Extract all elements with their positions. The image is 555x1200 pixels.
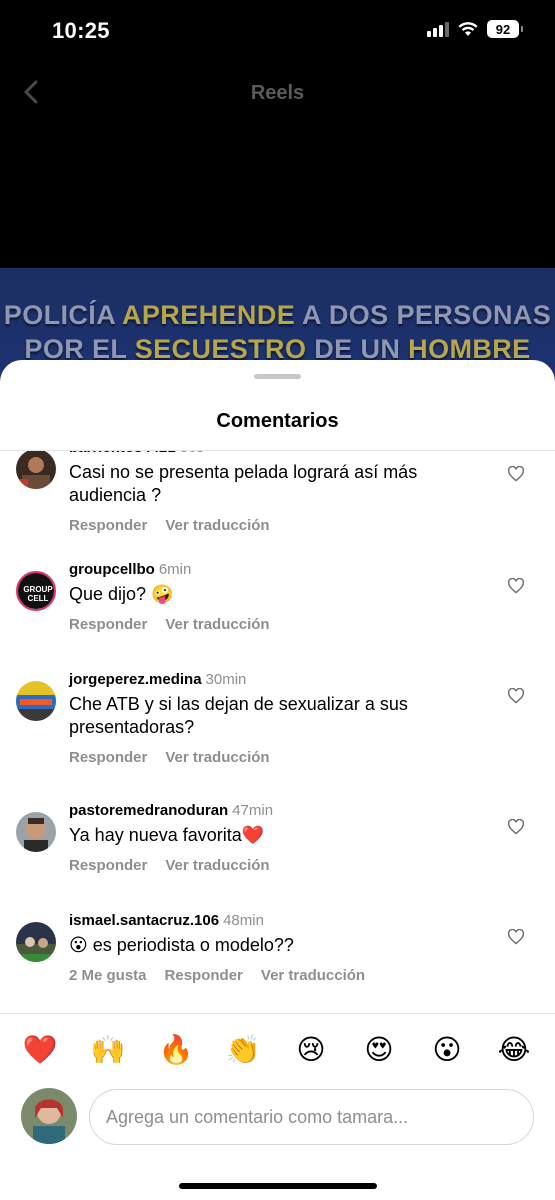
comment-time: 6min bbox=[158, 561, 192, 578]
comment-list[interactable]: barrientos4421 36s Casi no se presenta pe… bbox=[0, 451, 555, 1013]
comment-text: Che ATB y si las dejan de sexualizar a s… bbox=[69, 694, 408, 737]
reply-button[interactable]: Responder bbox=[69, 749, 147, 766]
comment-username[interactable]: jorgeperez.medina bbox=[69, 671, 202, 688]
svg-text:GROUP: GROUP bbox=[23, 585, 53, 594]
comment-body: barrientos4421 36s Casi no se presenta pe… bbox=[69, 451, 469, 534]
comment-body: groupcellbo 6min Que dijo? 🤪 Responder Ver… bbox=[69, 561, 469, 633]
caption-word: POLICÍA bbox=[3, 300, 122, 330]
comment-text: Ya hay nueva favorita❤️ bbox=[69, 825, 265, 845]
avatar[interactable] bbox=[16, 451, 56, 489]
comment-actions: Responder Ver traducción bbox=[69, 616, 469, 633]
caption-word: A DOS PERSONAS bbox=[295, 300, 552, 330]
sheet-title: Comentarios bbox=[216, 410, 339, 432]
like-heart-icon[interactable] bbox=[507, 578, 525, 594]
avatar[interactable] bbox=[16, 922, 56, 962]
emoji-heart-button[interactable]: ❤️ bbox=[20, 1030, 60, 1070]
translate-button[interactable]: Ver traducción bbox=[165, 616, 269, 633]
comment-time: 30min bbox=[205, 671, 247, 688]
avatar[interactable] bbox=[16, 681, 56, 721]
current-user-avatar bbox=[21, 1088, 77, 1144]
comment-username[interactable]: barrientos4421 bbox=[69, 451, 176, 456]
emoji-laughing-button[interactable]: 😂 bbox=[494, 1030, 534, 1070]
like-heart-icon[interactable] bbox=[507, 466, 525, 482]
comment-meta: jorgeperez.medina 30min bbox=[69, 671, 469, 688]
comment-body: jorgeperez.medina 30min Che ATB y si las … bbox=[69, 671, 469, 766]
comment-actions: 2 Me gusta Responder Ver traducción bbox=[69, 967, 469, 984]
caption-word-highlight: APREHENDE bbox=[122, 300, 296, 330]
comment-time: 48min bbox=[223, 912, 264, 929]
comment-meta: ismael.santacruz.106 48min bbox=[69, 912, 469, 929]
battery-icon: 92 bbox=[487, 20, 523, 38]
translate-button[interactable]: Ver traducción bbox=[165, 857, 269, 874]
video-caption-line-1: POLICÍA APREHENDE A DOS PERSONAS bbox=[0, 300, 555, 331]
comment-username[interactable]: ismael.santacruz.106 bbox=[69, 912, 219, 929]
comment-body: ismael.santacruz.106 48min 😮 es periodist… bbox=[69, 912, 469, 984]
emoji-clapping-button[interactable]: 👏 bbox=[223, 1030, 263, 1070]
comment-meta: barrientos4421 36s bbox=[69, 451, 469, 456]
like-heart-icon[interactable] bbox=[507, 929, 525, 945]
likes-count-button[interactable]: 2 Me gusta bbox=[69, 967, 147, 984]
reply-button[interactable]: Responder bbox=[69, 517, 147, 534]
avatar[interactable]: GROUP CELL bbox=[16, 571, 56, 611]
comment-text: 😮 es periodista o modelo?? bbox=[69, 935, 294, 955]
status-icons: 92 bbox=[427, 20, 523, 38]
emoji-raised-hands-button[interactable]: 🙌 bbox=[88, 1030, 128, 1070]
like-heart-icon[interactable] bbox=[507, 688, 525, 704]
reply-button[interactable]: Responder bbox=[69, 616, 147, 633]
reels-header: Reels bbox=[0, 62, 555, 124]
home-indicator bbox=[179, 1183, 377, 1189]
comment-input[interactable] bbox=[89, 1089, 534, 1145]
wifi-icon bbox=[458, 22, 478, 36]
emoji-crying-button[interactable]: 😢 bbox=[291, 1030, 331, 1070]
translate-button[interactable]: Ver traducción bbox=[165, 517, 269, 534]
translate-button[interactable]: Ver traducción bbox=[261, 967, 365, 984]
comment-username[interactable]: pastoremedranoduran bbox=[69, 802, 228, 819]
reply-button[interactable]: Responder bbox=[69, 857, 147, 874]
comments-sheet: Comentarios barrientos4421 36s Casi no se… bbox=[0, 360, 555, 1200]
cellular-signal-icon bbox=[427, 21, 449, 37]
emoji-heart-eyes-button[interactable]: 😍 bbox=[359, 1030, 399, 1070]
comment-body: pastoremedranoduran 47min Ya hay nueva fa… bbox=[69, 802, 469, 874]
page-title: Reels bbox=[250, 82, 305, 104]
comment-meta: pastoremedranoduran 47min bbox=[69, 802, 469, 819]
comment-text: Que dijo? 🤪 bbox=[69, 584, 174, 604]
translate-button[interactable]: Ver traducción bbox=[165, 749, 269, 766]
sheet-grabber[interactable] bbox=[254, 374, 301, 379]
divider bbox=[0, 1013, 555, 1014]
comment-time: 36s bbox=[180, 451, 204, 456]
comment-actions: Responder Ver traducción bbox=[69, 517, 469, 534]
comment-time: 47min bbox=[232, 802, 274, 819]
avatar[interactable] bbox=[16, 812, 56, 852]
status-time: 10:25 bbox=[52, 18, 110, 43]
comment-username[interactable]: groupcellbo bbox=[69, 561, 155, 578]
emoji-surprised-button[interactable]: 😮 bbox=[427, 1030, 467, 1070]
comment-actions: Responder Ver traducción bbox=[69, 749, 469, 766]
status-bar: 10:25 92 bbox=[0, 0, 555, 62]
quick-emoji-bar: ❤️ 🙌 🔥 👏 😢 😍 😮 😂 bbox=[0, 1030, 555, 1070]
like-heart-icon[interactable] bbox=[507, 819, 525, 835]
svg-text:CELL: CELL bbox=[28, 594, 49, 603]
comment-actions: Responder Ver traducción bbox=[69, 857, 469, 874]
reply-button[interactable]: Responder bbox=[165, 967, 243, 984]
emoji-fire-button[interactable]: 🔥 bbox=[156, 1030, 196, 1070]
comment-text: Casi no se presenta pelada logrará así m… bbox=[69, 462, 418, 505]
comment-meta: groupcellbo 6min bbox=[69, 561, 469, 578]
